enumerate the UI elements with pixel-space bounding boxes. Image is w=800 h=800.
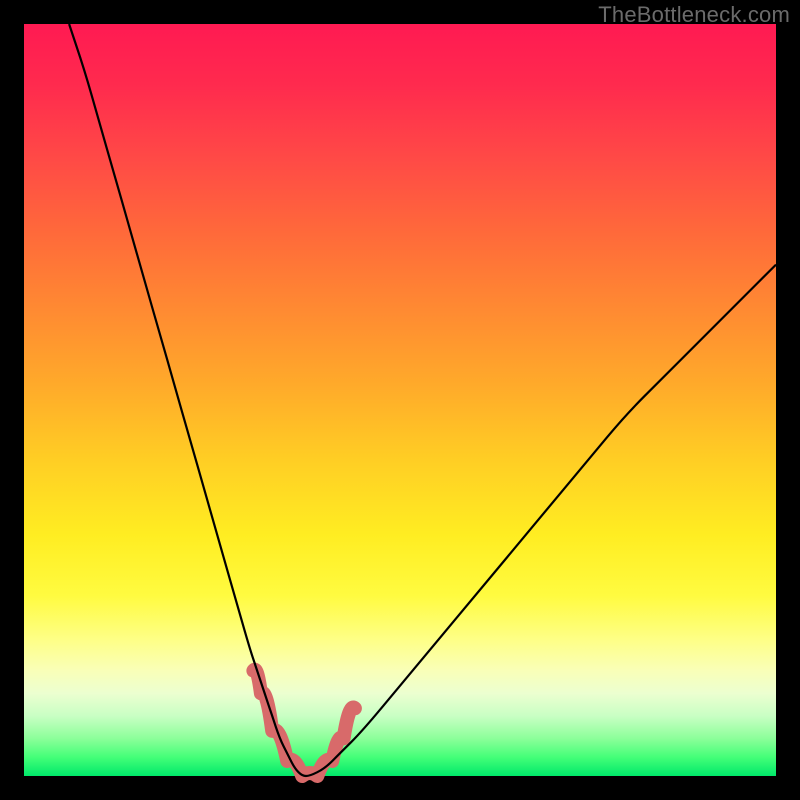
chart-gradient-area [24,24,776,776]
trough-markers [253,670,355,776]
watermark-text: TheBottleneck.com [598,2,790,28]
bottleneck-curve [69,24,776,776]
bottleneck-chart [24,24,776,776]
